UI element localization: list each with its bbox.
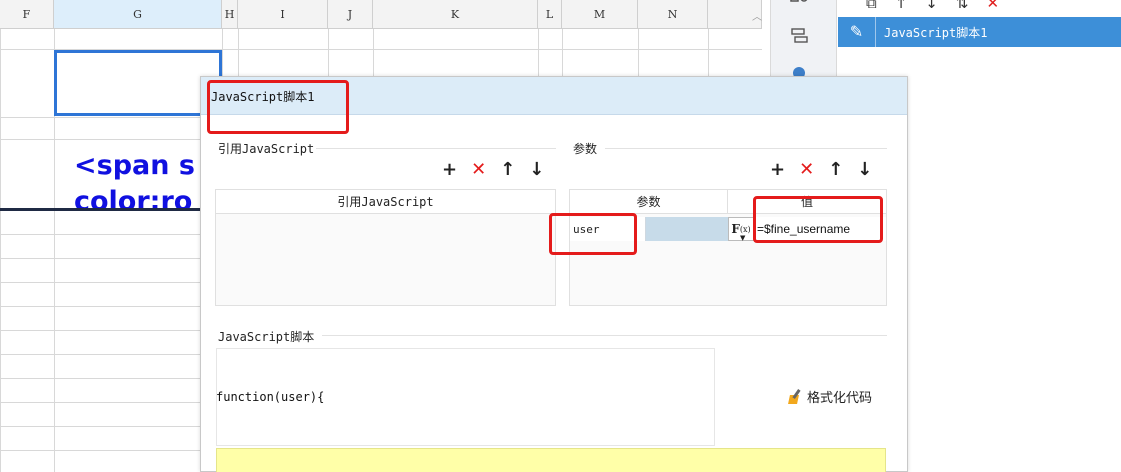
format-code-label: 格式化代码 <box>807 391 873 406</box>
function-signature: function(user){ <box>216 390 325 404</box>
column-header-n[interactable]: N <box>638 0 708 29</box>
ref-js-toolbar: + ✕ ↑ ↓ <box>442 159 544 180</box>
ref-js-table-header: 引用JavaScript <box>216 190 555 214</box>
highlight-box-param-value <box>753 196 883 243</box>
arrow-down-icon[interactable]: ↓ <box>529 159 544 180</box>
move-up-icon[interactable]: ↑ <box>895 0 908 14</box>
chevron-up-icon[interactable]: ︿ <box>752 8 762 23</box>
edit-icon: ✎ <box>838 17 876 47</box>
params-section-label: 参数 <box>573 142 598 156</box>
column-header-i[interactable]: I <box>238 0 328 29</box>
copy-icon[interactable]: ⧉ <box>866 0 877 14</box>
script-editor[interactable] <box>216 448 886 472</box>
selected-cell[interactable] <box>54 50 222 116</box>
brush-icon <box>787 389 803 405</box>
move-down-icon[interactable]: ↓ <box>925 0 938 14</box>
column-header-f[interactable]: F <box>0 0 54 29</box>
highlight-box-title <box>207 80 349 134</box>
cell-text-line-2: color:ro <box>74 186 193 217</box>
dropdown-arrow-icon: ▼ <box>740 234 746 242</box>
divider <box>322 335 887 336</box>
cell-element-icon[interactable] <box>789 0 811 16</box>
freeze-line <box>0 208 200 211</box>
column-header-k[interactable]: K <box>373 0 538 29</box>
delete-icon[interactable]: ✕ <box>799 159 814 180</box>
divider <box>316 148 556 149</box>
ref-js-section-label: 引用JavaScript <box>218 142 315 156</box>
formula-button[interactable]: F (x) ▼ <box>728 217 754 242</box>
panel-toolbar: ⧉ ↑ ↓ ⇅ ✕ <box>838 0 1121 14</box>
grid-line <box>0 29 1 472</box>
script-list-item[interactable]: ✎ JavaScript脚本1 <box>838 17 1121 47</box>
sort-icon[interactable]: ⇅ <box>956 0 969 14</box>
arrow-up-icon[interactable]: ↑ <box>500 159 515 180</box>
delete-icon[interactable]: ✕ <box>471 159 486 180</box>
column-header-l[interactable]: L <box>538 0 562 29</box>
arrow-down-icon[interactable]: ↓ <box>857 159 872 180</box>
arrow-up-icon[interactable]: ↑ <box>828 159 843 180</box>
add-icon[interactable]: + <box>442 159 457 180</box>
ref-js-column-header[interactable]: 引用JavaScript <box>216 190 555 213</box>
widget-icon[interactable] <box>789 28 811 50</box>
column-header-h[interactable]: H <box>222 0 238 29</box>
highlight-box-param-name <box>549 213 637 255</box>
divider <box>605 148 887 149</box>
script-list-item-label: JavaScript脚本1 <box>884 25 988 40</box>
delete-icon[interactable]: ✕ <box>986 0 999 14</box>
cell-text-line-1: <span s <box>74 150 195 181</box>
column-header-j[interactable]: J <box>328 0 373 29</box>
params-toolbar: + ✕ ↑ ↓ <box>770 159 872 180</box>
param-column-header[interactable]: 参数 <box>570 190 728 213</box>
param-name-fill <box>646 217 728 241</box>
format-code-button[interactable]: 格式化代码 <box>787 387 872 406</box>
script-section-label: JavaScript脚本 <box>218 330 315 344</box>
add-icon[interactable]: + <box>770 159 785 180</box>
column-header-g[interactable]: G <box>54 0 222 29</box>
column-header-m[interactable]: M <box>562 0 638 29</box>
